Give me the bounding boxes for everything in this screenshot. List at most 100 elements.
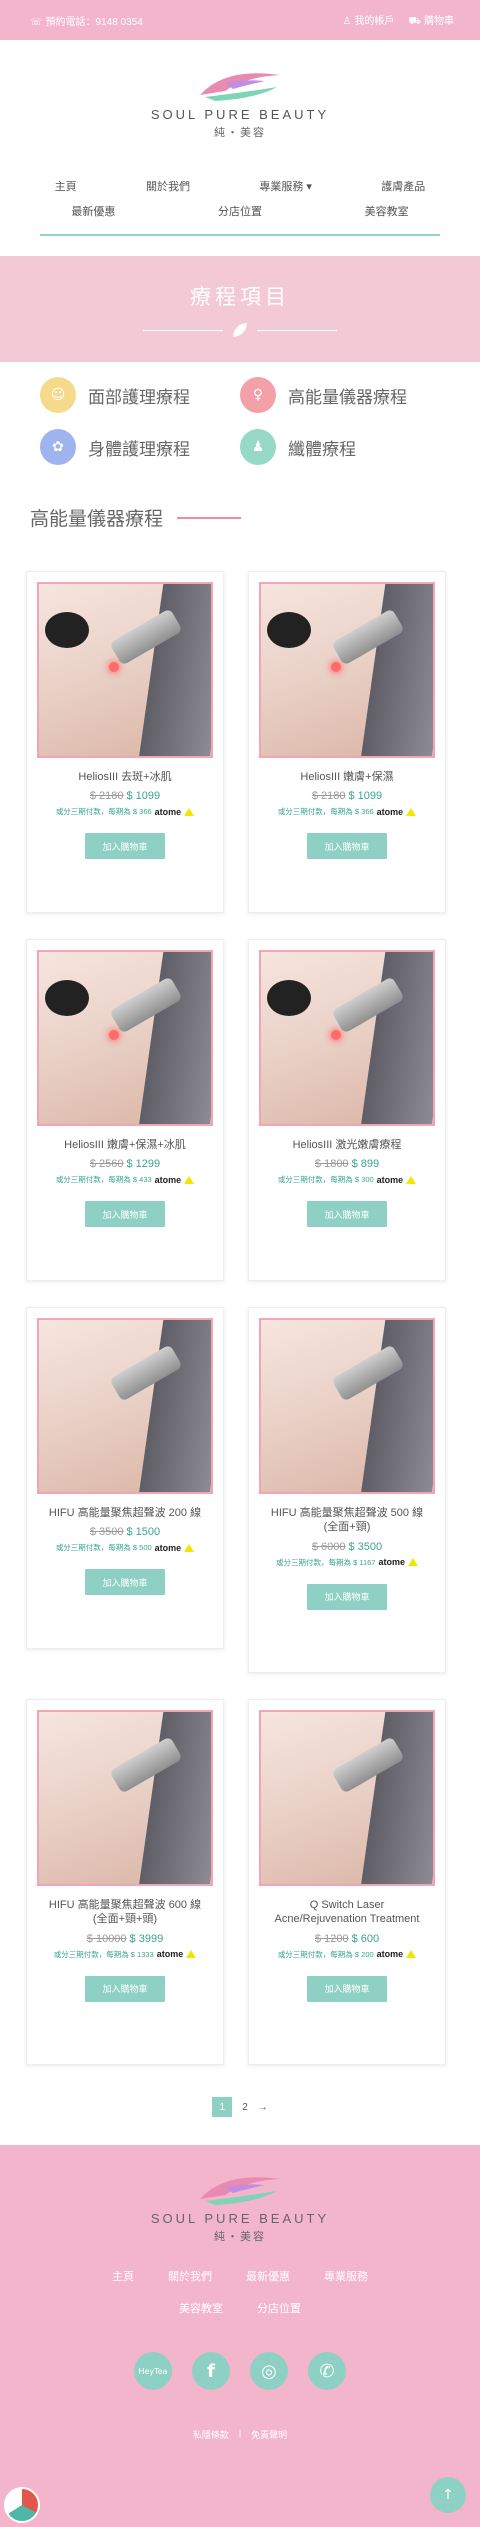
site-footer: SOUL PURE BEAUTY 純・美容 主頁 關於我們 最新優惠 專業服務 … xyxy=(0,2145,480,2527)
sale-price: $ 600 xyxy=(351,1932,380,1945)
footer-link-services[interactable]: 專業服務 xyxy=(324,2268,368,2284)
nav-services[interactable]: 專業服務 ▾ xyxy=(259,178,312,194)
add-to-cart-button[interactable]: 加入購物車 xyxy=(85,1569,165,1596)
add-to-cart-button[interactable]: 加入購物車 xyxy=(85,1201,165,1228)
atome-triangle-icon xyxy=(407,1558,418,1567)
original-price: $ 6000 xyxy=(311,1540,346,1553)
add-to-cart-button[interactable]: 加入購物車 xyxy=(307,1583,387,1610)
add-to-cart-button[interactable]: 加入購物車 xyxy=(85,1975,165,2002)
page-current[interactable]: 1 xyxy=(212,2097,233,2117)
title-ornament xyxy=(143,323,337,337)
installment-info: 或分三期付款，每期為 $ 300 atome xyxy=(278,1174,417,1185)
sale-price: $ 1099 xyxy=(348,790,383,803)
product-name[interactable]: HIFU 高能量聚焦超聲波 200 線 xyxy=(45,1506,205,1520)
product-card[interactable]: HIFU 高能量聚焦超聲波 500 線 (全面+頸) $ 6000 $ 3500 或分… xyxy=(248,1307,446,1673)
product-card[interactable]: HIFU 高能量聚焦超聲波 600 線 (全面+頸+頭) $ 10000 $ 399… xyxy=(26,1699,224,2065)
footer-link-offers[interactable]: 最新優惠 xyxy=(246,2268,290,2284)
back-to-top-button[interactable]: ↑ xyxy=(430,2477,466,2513)
installment-info: 或分三期付款，每期為 $ 200 atome xyxy=(278,1949,417,1960)
logo-icon[interactable] xyxy=(185,65,295,105)
face-care-icon: ☺ xyxy=(40,377,76,413)
original-price: $ 2560 xyxy=(89,1158,124,1171)
next-page-arrow[interactable]: → xyxy=(258,2102,268,2113)
product-card[interactable]: HeliosIII 嫩膚+保濕 $ 2180 $ 1099 或分三期付款，每期為 $ … xyxy=(248,571,446,913)
add-to-cart-button[interactable]: 加入購物車 xyxy=(307,833,387,860)
product-price: $ 1800 $ 899 xyxy=(315,1158,379,1170)
installment-info: 或分三期付款，每期為 $ 433 atome xyxy=(56,1174,195,1185)
footer-brand-name: SOUL PURE BEAUTY xyxy=(150,2211,330,2226)
brand-name: SOUL PURE BEAUTY xyxy=(150,106,330,122)
whatsapp-icon[interactable]: ✆ xyxy=(308,2352,346,2390)
product-card[interactable]: HeliosIII 去斑+冰肌 $ 2180 $ 1099 或分三期付款，每期為 $ … xyxy=(26,571,224,913)
product-name[interactable]: HIFU 高能量聚焦超聲波 600 線 (全面+頸+頭) xyxy=(37,1898,213,1927)
original-price: $ 2180 xyxy=(89,790,124,803)
footer-logo-icon[interactable] xyxy=(185,2169,295,2209)
product-image[interactable] xyxy=(259,582,435,758)
product-card[interactable]: HeliosIII 嫩膚+保濕+冰肌 $ 2560 $ 1299 或分三期付款，每期為… xyxy=(26,939,224,1281)
nav-about[interactable]: 關於我們 xyxy=(146,178,190,194)
product-name[interactable]: Q Switch Laser Acne/Rejuvenation Treatme… xyxy=(259,1898,435,1927)
nav-offers[interactable]: 最新優惠 xyxy=(71,203,115,219)
product-card[interactable]: Q Switch Laser Acne/Rejuvenation Treatme… xyxy=(248,1699,446,2065)
installment-info: 或分三期付款，每期為 $ 366 atome xyxy=(56,806,195,817)
footer-link-home[interactable]: 主頁 xyxy=(112,2268,134,2284)
product-name[interactable]: HeliosIII 去斑+冰肌 xyxy=(74,770,175,784)
phone-info[interactable]: ☏ 預約電話：9148 0354 xyxy=(30,13,143,28)
product-name[interactable]: HIFU 高能量聚焦超聲波 500 線 (全面+頸) xyxy=(259,1506,435,1535)
installment-info: 或分三期付款，每期為 $ 1333 atome xyxy=(54,1949,197,1960)
footer-link-classroom[interactable]: 美容教室 xyxy=(179,2300,223,2316)
slimming-icon: ♟ xyxy=(240,429,276,465)
product-image[interactable] xyxy=(259,950,435,1126)
product-image[interactable] xyxy=(259,1318,435,1494)
original-price: $ 1200 xyxy=(314,1932,349,1945)
nav-classroom[interactable]: 美容教室 xyxy=(365,203,409,219)
footer-link-branches[interactable]: 分店位置 xyxy=(257,2300,301,2316)
nav-products[interactable]: 護膚產品 xyxy=(381,178,425,194)
atome-triangle-icon xyxy=(406,1950,417,1959)
product-image[interactable] xyxy=(37,1318,213,1494)
chat-widget-icon[interactable] xyxy=(4,2487,40,2523)
product-image[interactable] xyxy=(259,1710,435,1886)
product-name[interactable]: HeliosIII 嫩膚+保濕 xyxy=(296,770,397,784)
atome-triangle-icon xyxy=(406,807,417,816)
nav-branches[interactable]: 分店位置 xyxy=(218,203,262,219)
sale-price: $ 1099 xyxy=(126,790,161,803)
product-card[interactable]: HIFU 高能量聚焦超聲波 200 線 $ 3500 $ 1500 或分三期付款，每期… xyxy=(26,1307,224,1649)
product-card[interactable]: HeliosIII 激光嫩膚療程 $ 1800 $ 899 或分三期付款，每期為 $ … xyxy=(248,939,446,1281)
category-body[interactable]: ✿ 身體護理療程 xyxy=(40,428,240,466)
add-to-cart-button[interactable]: 加入購物車 xyxy=(307,1975,387,2002)
sale-price: $ 899 xyxy=(351,1158,380,1171)
disclaimer-link[interactable]: 免責聲明 xyxy=(251,2428,287,2441)
footer-link-about[interactable]: 關於我們 xyxy=(168,2268,212,2284)
installment-info: 或分三期付款，每期為 $ 500 atome xyxy=(56,1542,195,1553)
nav-home[interactable]: 主頁 xyxy=(55,178,77,194)
product-image[interactable] xyxy=(37,950,213,1126)
product-name[interactable]: HeliosIII 激光嫩膚療程 xyxy=(289,1138,406,1152)
facebook-icon[interactable]: f xyxy=(192,2352,230,2390)
category-facial[interactable]: ☺ 面部護理療程 xyxy=(40,376,240,414)
add-to-cart-button[interactable]: 加入購物車 xyxy=(307,1201,387,1228)
instagram-icon[interactable]: ◎ xyxy=(250,2352,288,2390)
product-image[interactable] xyxy=(37,582,213,758)
product-price: $ 2180 $ 1099 xyxy=(312,790,382,802)
category-slimming[interactable]: ♟ 纖體療程 xyxy=(240,428,440,466)
product-image[interactable] xyxy=(37,1710,213,1886)
brand-subtitle: 純・美容 xyxy=(214,126,266,139)
category-device[interactable]: ♀ 高能量儀器療程 xyxy=(240,376,440,414)
sale-price: $ 3500 xyxy=(348,1540,383,1553)
site-header: SOUL PURE BEAUTY 純・美容 xyxy=(0,40,480,164)
cart-link[interactable]: ⛟ 購物車 xyxy=(408,12,454,29)
account-link[interactable]: ♙ 我的帳戶 xyxy=(342,12,394,29)
user-icon: ♙ xyxy=(342,15,352,27)
page-2[interactable]: 2 xyxy=(242,2102,248,2113)
product-price: $ 2560 $ 1299 xyxy=(90,1158,160,1170)
privacy-link[interactable]: 私隱條款 xyxy=(193,2428,229,2441)
heytea-icon[interactable]: HeyTea xyxy=(134,2352,172,2390)
product-name[interactable]: HeliosIII 嫩膚+保濕+冰肌 xyxy=(60,1138,190,1152)
sale-price: $ 1299 xyxy=(126,1158,161,1171)
phone-icon: ☏ xyxy=(30,16,43,28)
product-price: $ 10000 $ 3999 xyxy=(87,1933,163,1945)
installment-info: 或分三期付款，每期為 $ 1167 atome xyxy=(276,1557,418,1568)
top-bar: ☏ 預約電話：9148 0354 ♙ 我的帳戶 ⛟ 購物車 xyxy=(0,0,480,40)
add-to-cart-button[interactable]: 加入購物車 xyxy=(85,833,165,860)
